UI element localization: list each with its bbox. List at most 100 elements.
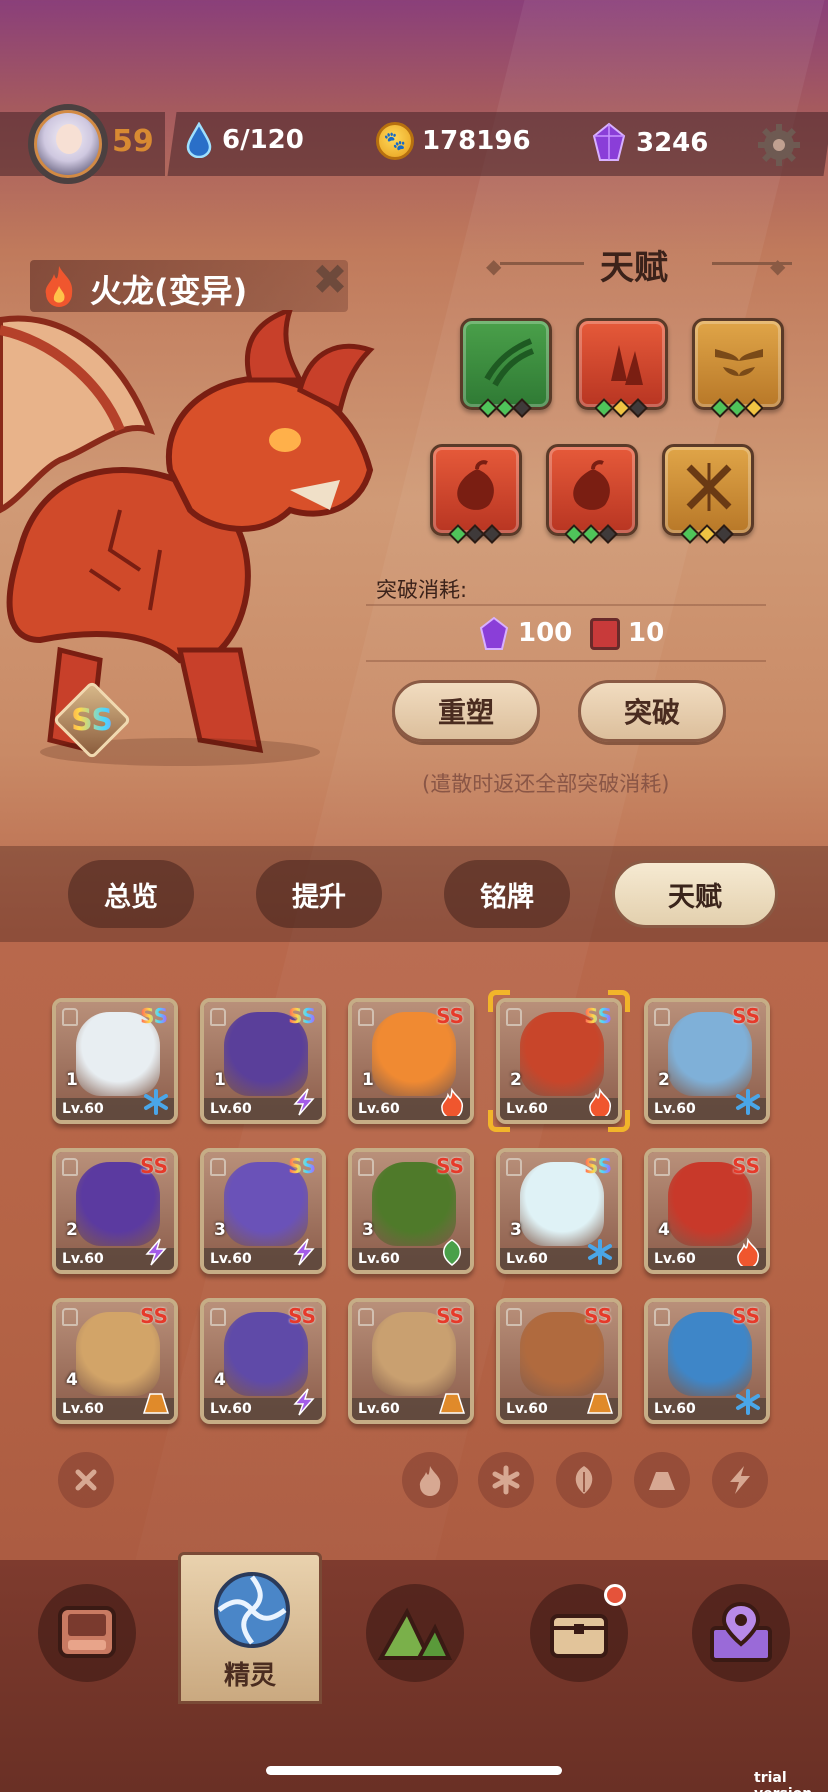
selection-corner	[488, 1110, 510, 1132]
earth-icon	[586, 1393, 614, 1414]
talent-slot-3[interactable]	[692, 318, 784, 418]
notification-dot	[604, 1584, 626, 1606]
mountain-icon	[377, 1607, 453, 1660]
pet-card[interactable]: SS 4 Lv.60	[52, 1298, 178, 1424]
player-avatar[interactable]	[28, 104, 108, 184]
pet-card[interactable]: SS 4 Lv.60	[644, 1148, 770, 1274]
pet-card[interactable]: SS 3 Lv.60	[200, 1148, 326, 1274]
pet-rarity: SS	[140, 1304, 168, 1328]
pet-card[interactable]: SS Lv.60	[348, 1298, 474, 1424]
talent-slot-6[interactable]	[662, 444, 754, 544]
fire-icon	[45, 266, 73, 307]
talent-slot-1[interactable]	[460, 318, 552, 418]
lock-icon	[358, 1158, 374, 1176]
lock-icon	[358, 1008, 374, 1026]
tab-upgrade[interactable]: 提升	[256, 860, 382, 928]
fire-icon	[737, 1238, 760, 1266]
gem-counter[interactable]: 3246	[590, 122, 708, 164]
close-icon[interactable]: ✖	[310, 259, 350, 301]
pet-card[interactable]: SS 3 Lv.60	[348, 1148, 474, 1274]
talent-slot-5[interactable]	[546, 444, 638, 544]
chest-icon	[550, 1614, 608, 1658]
console-icon	[58, 1606, 116, 1658]
lock-icon	[654, 1008, 670, 1026]
talent-pips	[710, 398, 764, 418]
reshape-button[interactable]: 重塑	[392, 680, 540, 742]
grass-icon	[443, 1239, 461, 1266]
thunder-icon	[730, 1466, 750, 1494]
tab-nameplate[interactable]: 铭牌	[444, 860, 570, 928]
tab-overview[interactable]: 总览	[68, 860, 194, 928]
pet-card[interactable]: SS 2 Lv.60	[644, 998, 770, 1124]
pet-card[interactable]: SS Lv.60	[644, 1298, 770, 1424]
gem-icon	[479, 616, 509, 650]
lock-icon	[62, 1308, 78, 1326]
pet-card[interactable]: SS 1 Lv.60	[52, 998, 178, 1124]
nav-console[interactable]	[38, 1584, 136, 1682]
pet-card[interactable]: SS 2 Lv.60	[496, 998, 622, 1124]
pet-card[interactable]: SS 1 Lv.60	[348, 998, 474, 1124]
nav-explore[interactable]	[366, 1584, 464, 1682]
selection-corner	[608, 990, 630, 1012]
pet-rarity: SS	[732, 1004, 760, 1028]
pet-rarity: SS	[436, 1304, 464, 1328]
gear-icon[interactable]	[756, 122, 802, 168]
pet-rank: 3	[362, 1220, 374, 1240]
filter-ice[interactable]	[478, 1452, 534, 1508]
pet-card[interactable]: SS 4 Lv.60	[200, 1298, 326, 1424]
pet-rank: 3	[510, 1220, 522, 1240]
talent-title: 天赋	[600, 248, 668, 288]
bottom-nav: 精灵	[0, 1552, 828, 1792]
lock-icon	[210, 1158, 226, 1176]
pet-rarity: SS	[436, 1004, 464, 1028]
pet-rarity: SS	[436, 1154, 464, 1178]
pet-rarity: SS	[584, 1304, 612, 1328]
fire-icon	[419, 1466, 441, 1496]
filter-thunder[interactable]	[712, 1452, 768, 1508]
stamina-counter[interactable]: 6/120	[184, 122, 304, 158]
fire-seed-icon	[573, 460, 610, 510]
pet-card[interactable]: SS Lv.60	[496, 1298, 622, 1424]
lock-icon	[62, 1158, 78, 1176]
pet-rarity: SS	[584, 1154, 612, 1178]
nav-spirits[interactable]: 精灵	[178, 1552, 322, 1704]
pet-rarity: SS	[288, 1304, 316, 1328]
talent-pip	[512, 398, 532, 418]
talent-slot-2[interactable]	[576, 318, 668, 418]
coin-counter[interactable]: 🐾 178196	[376, 122, 531, 160]
ice-icon	[144, 1089, 168, 1115]
thunder-icon	[293, 1088, 315, 1116]
pet-card[interactable]: SS 2 Lv.60	[52, 1148, 178, 1274]
selection-corner	[608, 1110, 630, 1132]
pet-rarity: SS	[288, 1004, 316, 1028]
breakthrough-button[interactable]: 突破	[578, 680, 726, 742]
home-indicator[interactable]	[266, 1766, 562, 1775]
clear-filter-button[interactable]	[58, 1452, 114, 1508]
filter-fire[interactable]	[402, 1452, 458, 1508]
talent-slot-4[interactable]	[430, 444, 522, 544]
tab-talent[interactable]: 天赋	[612, 860, 778, 928]
pet-rarity: SS	[732, 1154, 760, 1178]
pet-name: 火龙(变异)	[90, 272, 248, 310]
ornament-left-icon: ◆	[486, 254, 502, 278]
breakthrough-cost-label: 突破消耗:	[376, 578, 468, 602]
filter-earth[interactable]	[634, 1452, 690, 1508]
pet-card[interactable]: SS 1 Lv.60	[200, 998, 326, 1124]
gem-value: 3246	[636, 128, 709, 158]
pet-card[interactable]: SS 3 Lv.60	[496, 1148, 622, 1274]
ice-icon	[492, 1465, 520, 1495]
filter-grass[interactable]	[556, 1452, 612, 1508]
watermark: trial version	[754, 1770, 812, 1792]
nav-map[interactable]	[692, 1584, 790, 1682]
pet-rank: 2	[66, 1220, 78, 1240]
pet-rarity: SS	[140, 1004, 168, 1028]
pet-rank: 1	[214, 1070, 226, 1090]
talent-pips	[448, 524, 502, 544]
dismiss-refund-note: (遣散时返还全部突破消耗)	[422, 772, 670, 796]
lock-icon	[210, 1008, 226, 1026]
breakthrough-book-icon	[590, 618, 620, 650]
talent-pip	[744, 398, 764, 418]
talent-pip	[482, 524, 502, 544]
pet-rank: 1	[66, 1070, 78, 1090]
thunder-icon	[293, 1388, 315, 1416]
